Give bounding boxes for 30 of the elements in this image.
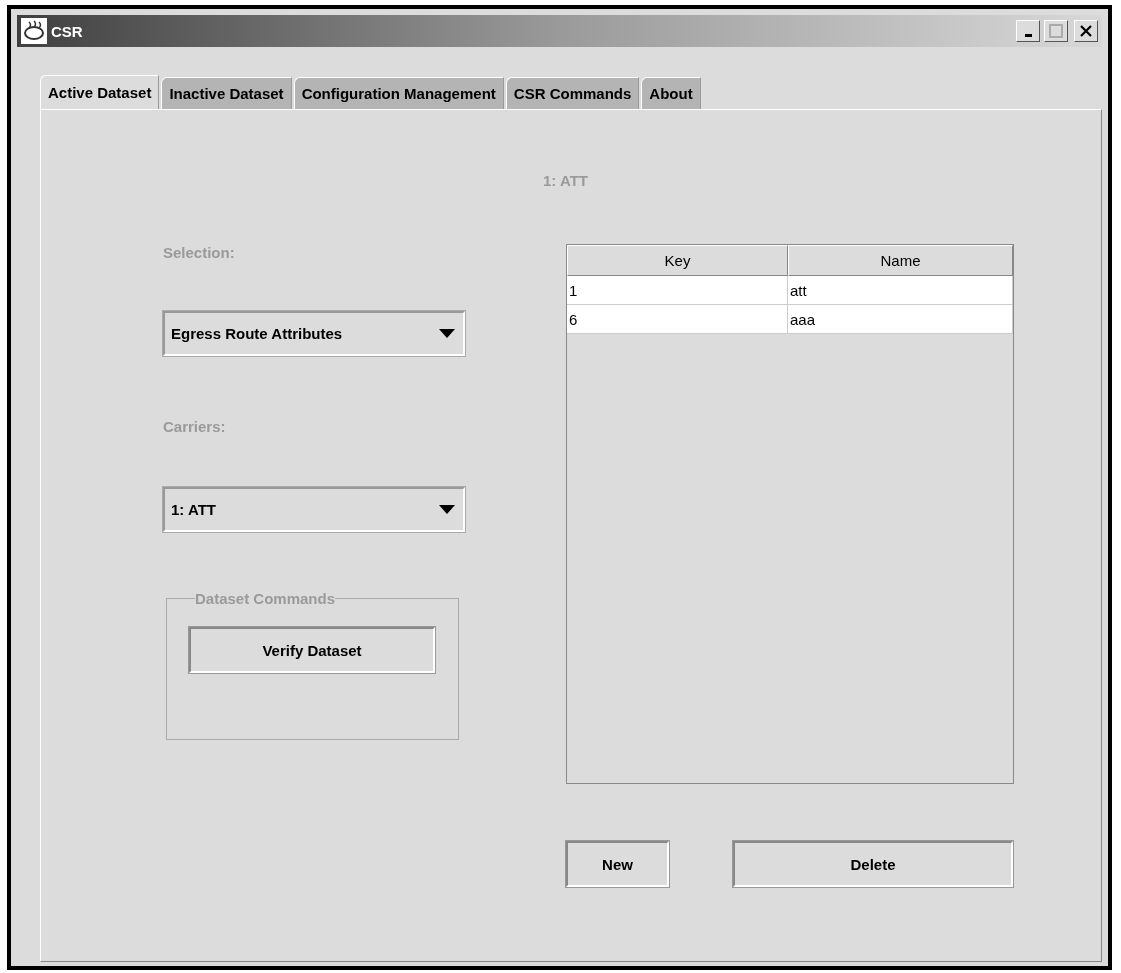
dropdown-arrow-icon <box>439 505 455 514</box>
selection-label: Selection: <box>163 244 236 261</box>
carriers-label: Carriers: <box>163 418 227 435</box>
close-button[interactable] <box>1074 20 1098 42</box>
column-header[interactable]: Key <box>567 245 788 276</box>
tab[interactable]: Configuration Management <box>293 77 504 109</box>
table-cell: 6 <box>567 305 788 334</box>
group-title: Dataset Commands <box>195 590 336 607</box>
tab[interactable]: Active Dataset <box>40 75 160 109</box>
table-cell: att <box>788 276 1013 305</box>
app-icon <box>21 18 47 44</box>
table-cell: aaa <box>788 305 1013 334</box>
minimize-icon <box>1024 33 1032 37</box>
dropdown-arrow-icon <box>439 329 455 338</box>
window-title: CSR <box>51 22 84 40</box>
verify-button[interactable]: Verify Dataset <box>189 627 435 673</box>
tab[interactable]: CSR Commands <box>505 77 640 109</box>
column-header[interactable]: Name <box>788 245 1013 276</box>
minimize-button[interactable] <box>1016 20 1040 42</box>
selection-dropdown[interactable]: Egress Route Attributes <box>163 311 465 356</box>
new-button[interactable]: New <box>566 841 669 887</box>
delete-button[interactable]: Delete <box>733 841 1013 887</box>
header-label: 1: ATT <box>543 172 589 189</box>
maximize-button[interactable] <box>1044 20 1068 42</box>
maximize-icon <box>1049 24 1063 38</box>
table-cell: 1 <box>567 276 788 305</box>
tab[interactable]: About <box>641 77 701 109</box>
close-icon <box>1079 24 1093 38</box>
tab[interactable]: Inactive Dataset <box>161 77 292 109</box>
carriers-dropdown[interactable]: 1: ATT <box>163 487 465 532</box>
